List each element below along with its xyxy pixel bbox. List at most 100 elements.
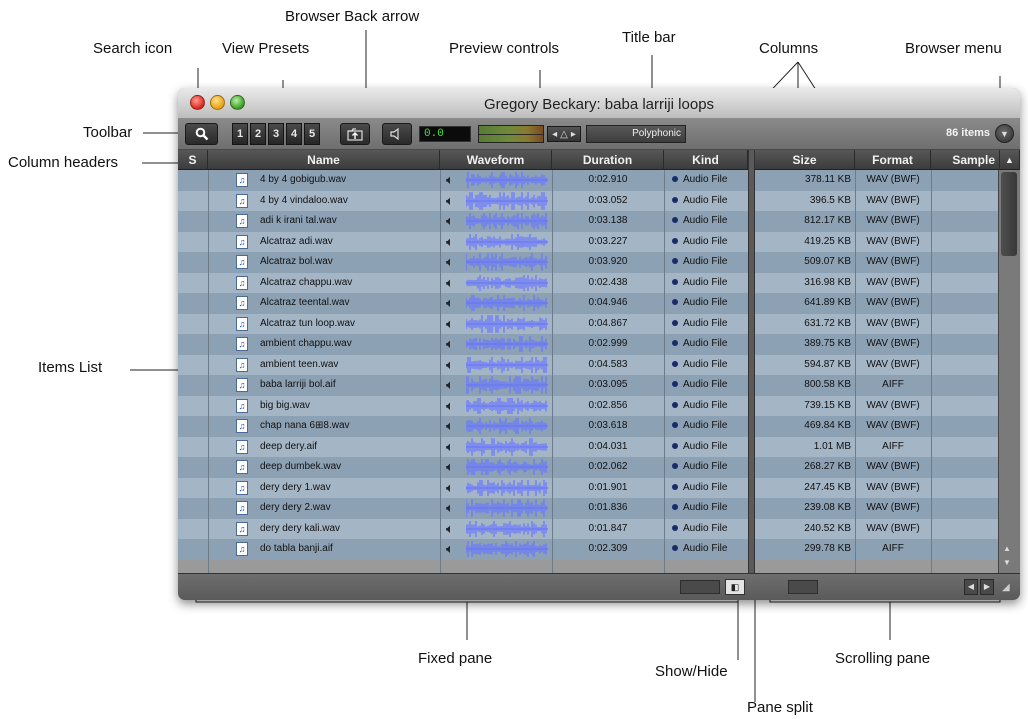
column-options-icon[interactable]: ▲ xyxy=(1000,150,1020,170)
preview-speaker-icon[interactable]: 🔈︎ xyxy=(446,355,454,375)
preview-speaker-icon[interactable]: 🔈︎ xyxy=(446,273,454,293)
title-bar[interactable]: Gregory Beckary: baba larriji loops xyxy=(178,88,1020,118)
header-sample[interactable]: Sample xyxy=(931,150,1000,170)
header-waveform[interactable]: Waveform xyxy=(440,150,552,170)
header-kind[interactable]: Kind xyxy=(664,150,748,170)
preview-speaker-icon[interactable]: 🔈︎ xyxy=(446,375,454,395)
preview-speaker-icon[interactable]: 🔈︎ xyxy=(446,314,454,334)
file-name[interactable]: do tabla banji.aif xyxy=(260,539,438,559)
waveform-thumbnail[interactable] xyxy=(466,294,548,312)
header-duration[interactable]: Duration xyxy=(552,150,664,170)
fixed-pane-scroll-thumb[interactable] xyxy=(680,580,720,594)
table-row[interactable]: ♫ ambient chappu.wav 🔈︎ 0:02.999 Audio File 3… xyxy=(178,334,1020,355)
waveform-thumbnail[interactable] xyxy=(466,274,548,292)
preview-speaker-icon[interactable]: 🔈︎ xyxy=(446,334,454,354)
preview-speaker-icon[interactable]: 🔈︎ xyxy=(446,232,454,252)
waveform-thumbnail[interactable] xyxy=(466,356,548,374)
preview-speaker-icon[interactable]: 🔈︎ xyxy=(446,478,454,498)
preview-speaker-icon[interactable]: 🔈︎ xyxy=(446,498,454,518)
waveform-thumbnail[interactable] xyxy=(466,540,548,558)
waveform-thumbnail[interactable] xyxy=(466,437,548,456)
file-name[interactable]: deep dery.aif xyxy=(260,437,438,457)
browser-back-button[interactable] xyxy=(340,123,370,145)
table-row[interactable]: ♫ dery dery kali.wav 🔈︎ 0:01.847 Audio File 2… xyxy=(178,518,1020,539)
waveform-thumbnail[interactable] xyxy=(466,376,548,394)
waveform-thumbnail[interactable] xyxy=(466,233,548,251)
view-preset-3[interactable]: 3 xyxy=(268,123,284,145)
preview-speaker-icon[interactable]: 🔈︎ xyxy=(446,191,454,211)
table-row[interactable]: ♫ ambient teen.wav 🔈︎ 0:04.583 Audio File 594… xyxy=(178,354,1020,375)
preview-volume-control[interactable]: ◂ △ ▸ xyxy=(547,126,581,142)
file-name[interactable]: dery dery 2.wav xyxy=(260,498,438,518)
file-name[interactable]: adi k irani tal.wav xyxy=(260,211,438,231)
file-name[interactable]: baba larriji bol.aif xyxy=(260,375,438,395)
waveform-thumbnail[interactable] xyxy=(466,335,548,353)
preview-speaker-icon[interactable]: 🔈︎ xyxy=(446,170,454,190)
table-row[interactable]: ♫ 4 by 4 vindaloo.wav 🔈︎ 0:03.052 Audio File… xyxy=(178,190,1020,211)
show-hide-button[interactable]: ◧ xyxy=(725,579,745,595)
preview-speaker-icon[interactable]: 🔈︎ xyxy=(446,211,454,231)
file-name[interactable]: 4 by 4 gobigub.wav xyxy=(260,170,438,190)
vertical-scrollbar[interactable]: ▲ ▼ xyxy=(998,170,1020,573)
scrolling-pane-scroll-thumb[interactable] xyxy=(788,580,818,594)
file-name[interactable]: Alcatraz tun loop.wav xyxy=(260,314,438,334)
table-row[interactable]: ♫ baba larriji bol.aif 🔈︎ 0:03.095 Audio Fil… xyxy=(178,375,1020,396)
table-row[interactable]: ♫ deep dumbek.wav 🔈︎ 0:02.062 Audio File 268.… xyxy=(178,457,1020,478)
table-row[interactable]: ♫ deep dery.aif 🔈︎ 0:04.031 Audio File 1.01 M… xyxy=(178,436,1020,457)
table-row[interactable]: ♫ adi k irani tal.wav 🔈︎ 0:03.138 Audio File… xyxy=(178,211,1020,232)
file-name[interactable]: dery dery kali.wav xyxy=(260,519,438,539)
vertical-scroll-thumb[interactable] xyxy=(1001,172,1017,256)
waveform-thumbnail[interactable] xyxy=(466,253,548,271)
scroll-down-icon[interactable]: ▼ xyxy=(1003,558,1011,567)
waveform-thumbnail[interactable] xyxy=(466,397,548,415)
view-preset-2[interactable]: 2 xyxy=(250,123,266,145)
scroll-up-icon[interactable]: ▲ xyxy=(1003,544,1011,553)
preview-speaker-icon[interactable]: 🔈︎ xyxy=(446,293,454,313)
waveform-thumbnail[interactable] xyxy=(466,212,548,230)
waveform-thumbnail[interactable] xyxy=(466,417,548,435)
scroll-left-icon[interactable]: ◀ xyxy=(964,579,978,595)
table-row[interactable]: ♫ dery dery 1.wav 🔈︎ 0:01.901 Audio File 247.… xyxy=(178,477,1020,498)
header-name[interactable]: Name xyxy=(208,150,440,170)
file-name[interactable]: deep dumbek.wav xyxy=(260,457,438,477)
waveform-thumbnail[interactable] xyxy=(466,191,548,210)
waveform-thumbnail[interactable] xyxy=(466,479,548,497)
browser-menu-button[interactable]: ▼ xyxy=(995,124,1014,143)
file-name[interactable]: Alcatraz chappu.wav xyxy=(260,273,438,293)
search-button[interactable] xyxy=(185,123,218,145)
file-name[interactable]: Alcatraz adi.wav xyxy=(260,232,438,252)
waveform-thumbnail[interactable] xyxy=(466,520,548,538)
file-name[interactable]: chap nana 6⊞8.wav xyxy=(260,416,438,436)
file-name[interactable]: Alcatraz teental.wav xyxy=(260,293,438,313)
preview-speaker-icon[interactable]: 🔈︎ xyxy=(446,437,454,457)
table-row[interactable]: ♫ chap nana 6⊞8.wav 🔈︎ 0:03.618 Audio File 46… xyxy=(178,416,1020,437)
table-row[interactable]: ♫ Alcatraz tun loop.wav 🔈︎ 0:04.867 Audio Fi… xyxy=(178,313,1020,334)
file-name[interactable]: Alcatraz bol.wav xyxy=(260,252,438,272)
table-row[interactable]: ♫ big big.wav 🔈︎ 0:02.856 Audio File 739.15 K… xyxy=(178,395,1020,416)
polyphonic-selector[interactable]: Polyphonic xyxy=(586,125,686,143)
preview-speaker-icon[interactable]: 🔈︎ xyxy=(446,539,454,559)
waveform-thumbnail[interactable] xyxy=(466,458,548,476)
view-preset-4[interactable]: 4 xyxy=(286,123,302,145)
file-name[interactable]: big big.wav xyxy=(260,396,438,416)
header-size[interactable]: Size xyxy=(755,150,855,170)
table-row[interactable]: ♫ Alcatraz teental.wav 🔈︎ 0:04.946 Audio Fil… xyxy=(178,293,1020,314)
table-row[interactable]: ♫ dery dery 2.wav 🔈︎ 0:01.836 Audio File 239.… xyxy=(178,498,1020,519)
header-format[interactable]: Format xyxy=(855,150,931,170)
file-name[interactable]: dery dery 1.wav xyxy=(260,478,438,498)
scroll-right-icon[interactable]: ▶ xyxy=(980,579,994,595)
waveform-thumbnail[interactable] xyxy=(466,171,548,189)
view-preset-1[interactable]: 1 xyxy=(232,123,248,145)
preview-button[interactable] xyxy=(382,123,412,145)
table-row[interactable]: ♫ Alcatraz adi.wav 🔈︎ 0:03.227 Audio File 419… xyxy=(178,231,1020,252)
file-name[interactable]: 4 by 4 vindaloo.wav xyxy=(260,191,438,211)
header-s[interactable]: S xyxy=(178,150,208,170)
waveform-thumbnail[interactable] xyxy=(466,499,548,517)
preview-speaker-icon[interactable]: 🔈︎ xyxy=(446,396,454,416)
view-preset-5[interactable]: 5 xyxy=(304,123,320,145)
resize-grip-icon[interactable]: ◢ xyxy=(1002,582,1010,593)
preview-speaker-icon[interactable]: 🔈︎ xyxy=(446,519,454,539)
file-name[interactable]: ambient chappu.wav xyxy=(260,334,438,354)
table-row[interactable]: ♫ Alcatraz bol.wav 🔈︎ 0:03.920 Audio File 509… xyxy=(178,252,1020,273)
waveform-thumbnail[interactable] xyxy=(466,314,548,333)
